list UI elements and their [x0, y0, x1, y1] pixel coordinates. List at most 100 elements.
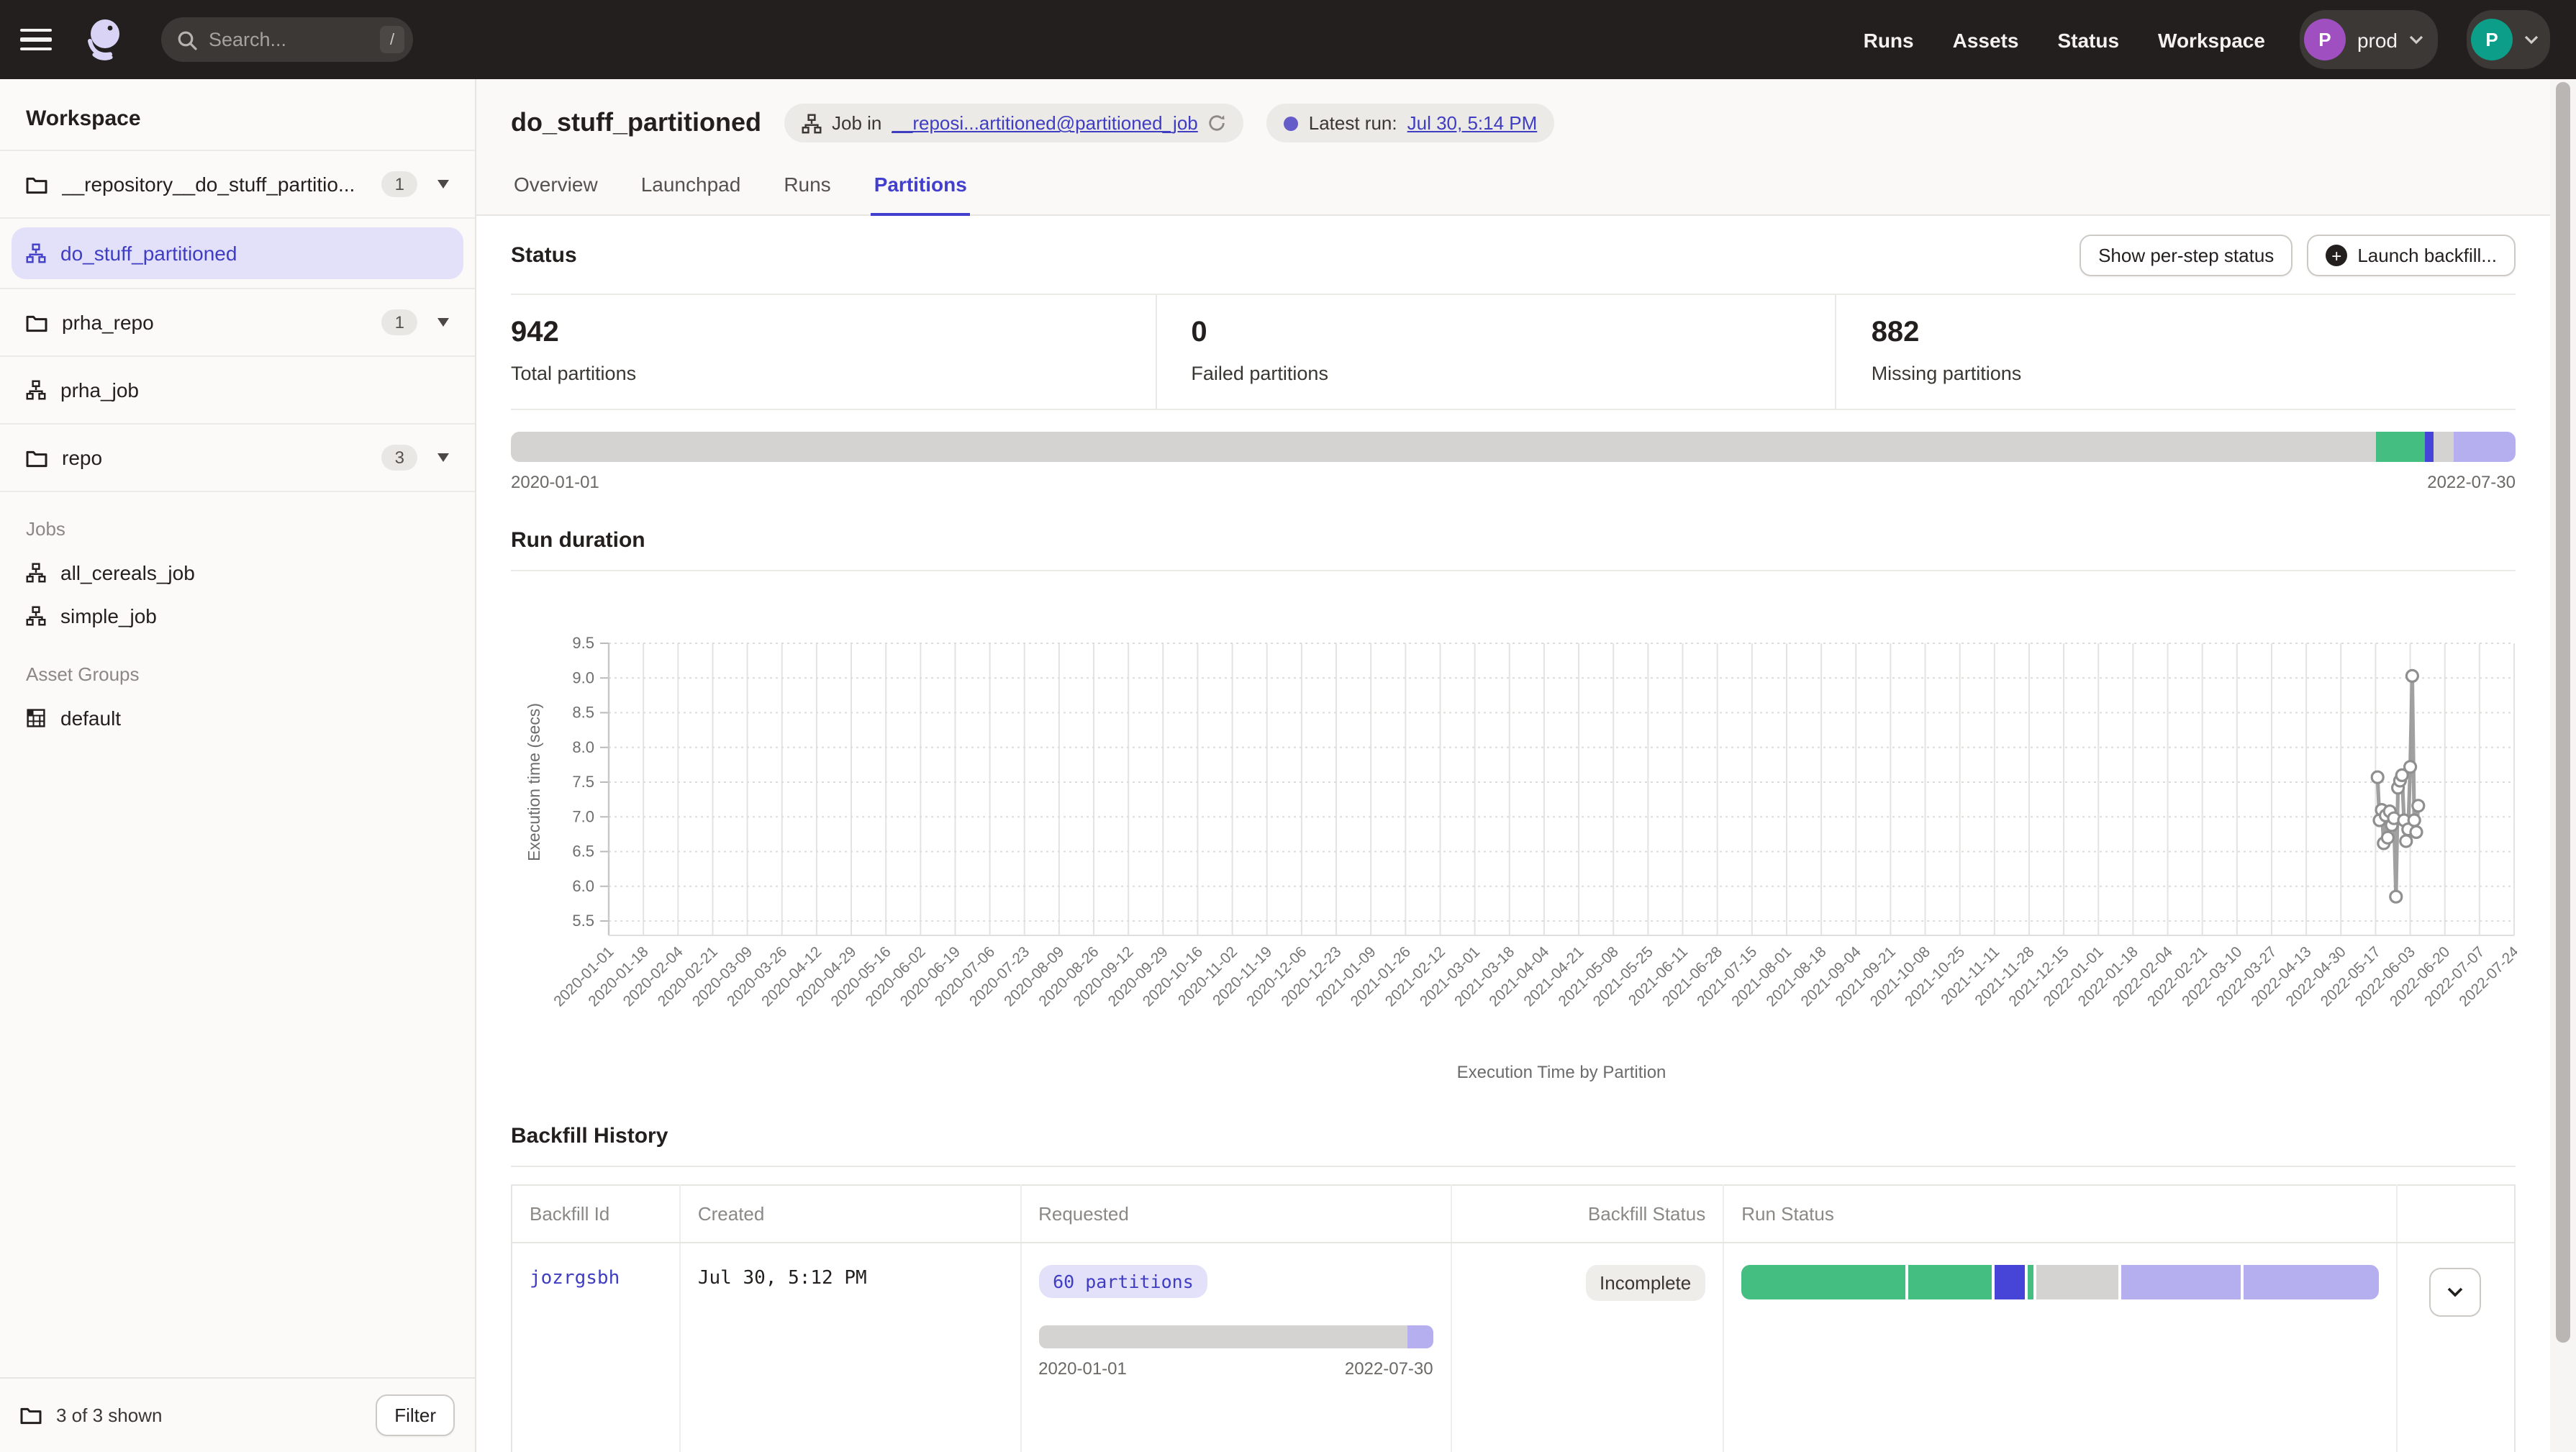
sidebar-item-simple-job[interactable]: simple_job: [0, 594, 475, 637]
column-header-actions: [2397, 1185, 2515, 1243]
expand-row-button[interactable]: [2430, 1268, 2482, 1317]
repo-count-badge: 1: [382, 171, 417, 197]
chevron-down-icon[interactable]: [437, 318, 449, 327]
show-per-step-status-button[interactable]: Show per-step status: [2080, 235, 2292, 276]
filter-button[interactable]: Filter: [376, 1394, 455, 1436]
job-origin-link[interactable]: __reposi...artitioned@partitioned_job: [892, 112, 1197, 134]
user-menu[interactable]: P: [2467, 10, 2550, 69]
nav-link-assets[interactable]: Assets: [1953, 28, 2019, 51]
sidebar-repo-repository-do-stuff-partitio[interactable]: __repository__do_stuff_partitio... 1: [0, 151, 475, 219]
folder-icon: [26, 448, 47, 467]
tab-launchpad[interactable]: Launchpad: [638, 164, 744, 216]
deployment-avatar: P: [2304, 19, 2346, 60]
search-placeholder: Search...: [209, 29, 286, 50]
deployment-switcher[interactable]: P prod: [2300, 10, 2438, 69]
search-input[interactable]: Search... /: [161, 17, 413, 62]
requested-partitions-chip[interactable]: 60 partitions: [1038, 1265, 1208, 1298]
top-navigation-bar: Search... / Runs Assets Status Workspace P …: [0, 0, 2576, 79]
table-header-row: Backfill IdCreatedRequestedBackfill Stat…: [512, 1185, 2515, 1243]
sidebar-job-do-stuff-partitioned-selected[interactable]: do_stuff_partitioned: [12, 227, 463, 279]
sidebar-repo-repo[interactable]: repo 3: [0, 425, 475, 492]
stat-value: 942: [511, 317, 1155, 350]
bar-segment-gray: [1038, 1325, 1407, 1348]
page-title: do_stuff_partitioned: [511, 108, 761, 138]
job-icon: [26, 563, 46, 583]
bar-segment-green: [1909, 1265, 1992, 1299]
bar-segment-lavender: [2454, 432, 2516, 462]
bar-segment-lavender: [2121, 1265, 2240, 1299]
y-tick-label: 6.0: [572, 877, 594, 895]
sidebar-item-all-cereals-job[interactable]: all_cereals_job: [0, 551, 475, 594]
page-header: do_stuff_partitioned Job in __reposi...a…: [476, 79, 2550, 216]
dagster-logo-icon[interactable]: [78, 14, 130, 65]
y-tick-label: 9.5: [572, 634, 594, 652]
sidebar-footer: 3 of 3 shown Filter: [0, 1377, 475, 1452]
partition-stats: 942 Total partitions 0 Failed partitions…: [511, 294, 2516, 410]
backfill-history-title: Backfill History: [511, 1099, 2516, 1167]
stat-missing-partitions: 882 Missing partitions: [1836, 295, 2516, 409]
latest-run-pill: Latest run: Jul 30, 5:14 PM: [1267, 104, 1555, 142]
scrollbar-thumb[interactable]: [2556, 82, 2570, 1343]
sidebar-item-default[interactable]: default: [0, 696, 475, 740]
nav-link-workspace[interactable]: Workspace: [2158, 28, 2265, 51]
y-tick-label: 7.5: [572, 773, 594, 791]
chevron-down-icon[interactable]: [437, 180, 449, 189]
launch-backfill-button[interactable]: + Launch backfill...: [2307, 235, 2516, 276]
run-status-bar[interactable]: [1741, 1265, 2378, 1299]
bar-segment-green: [1741, 1265, 1905, 1299]
bar-segment-gray: [511, 432, 2376, 462]
nav-link-status[interactable]: Status: [2057, 28, 2119, 51]
data-point-marker[interactable]: [2413, 800, 2424, 812]
data-point-marker[interactable]: [2400, 835, 2412, 847]
data-point-marker[interactable]: [2382, 832, 2393, 843]
folder-icon: [20, 1406, 42, 1425]
bar-segment-gray: [2037, 1265, 2119, 1299]
sidebar-job-prha-job[interactable]: prha_job: [0, 357, 475, 425]
nav-link-runs[interactable]: Runs: [1864, 28, 1914, 51]
stat-value: 882: [1872, 317, 2516, 350]
chevron-down-icon[interactable]: [437, 453, 449, 462]
run-duration-chart[interactable]: 2020-01-012020-01-182020-02-042020-02-21…: [511, 571, 2517, 1092]
data-point-marker[interactable]: [2406, 670, 2418, 681]
sidebar-sections: Jobs all_cereals_job simple_job Asset Gr…: [0, 492, 475, 740]
tab-partitions[interactable]: Partitions: [871, 164, 970, 216]
tab-bar: Overview Launchpad Runs Partitions: [511, 164, 2516, 214]
stat-label: Total partitions: [511, 363, 1155, 384]
sidebar-repo-prha-repo[interactable]: prha_repo 1: [0, 289, 475, 357]
tab-runs[interactable]: Runs: [781, 164, 833, 216]
requested-partition-bar: [1038, 1325, 1433, 1348]
data-point-marker[interactable]: [2408, 815, 2420, 826]
stat-value: 0: [1191, 317, 1835, 350]
chevron-down-icon: [2409, 35, 2423, 45]
repo-count-badge: 1: [382, 309, 417, 335]
latest-run-link[interactable]: Jul 30, 5:14 PM: [1407, 112, 1538, 134]
y-axis-title: Execution time (secs): [525, 703, 543, 861]
workspace-sidebar: Workspace __repository__do_stuff_partiti…: [0, 79, 476, 1452]
column-header-run-status: Run Status: [1723, 1185, 2396, 1243]
hamburger-menu-icon[interactable]: [20, 29, 52, 51]
data-point-marker[interactable]: [2390, 891, 2402, 902]
scrollbar-track[interactable]: [2550, 79, 2576, 1452]
bar-segment-green: [2027, 1265, 2033, 1299]
run-duration-title: Run duration: [511, 528, 2516, 571]
partitions-content: Status Show per-step status + Launch bac…: [476, 216, 2550, 1452]
data-point-marker[interactable]: [2411, 826, 2422, 838]
job-pill-prefix: Job in: [832, 112, 881, 134]
backfill-id-link[interactable]: jozrgsbh: [530, 1268, 620, 1289]
repo-count-label: 3 of 3 shown: [56, 1405, 162, 1426]
job-icon: [26, 243, 46, 263]
data-point-marker[interactable]: [2372, 771, 2383, 783]
sidebar-item-wrap: do_stuff_partitioned: [0, 219, 475, 289]
partition-status-bar[interactable]: [511, 432, 2516, 462]
stat-total-partitions: 942 Total partitions: [511, 295, 1155, 409]
data-point-marker[interactable]: [2405, 761, 2416, 773]
y-tick-label: 5.5: [572, 912, 594, 930]
reload-icon[interactable]: [1208, 114, 1227, 132]
user-avatar: P: [2471, 19, 2513, 60]
tab-overview[interactable]: Overview: [511, 164, 601, 216]
x-axis-title: Execution Time by Partition: [1457, 1063, 1666, 1082]
column-header-backfill-id: Backfill Id: [512, 1185, 680, 1243]
app-window: Search... / Runs Assets Status Workspace P …: [0, 0, 2576, 1452]
run-status-dot: [1284, 116, 1299, 130]
backfill-status-badge: Incomplete: [1585, 1265, 1705, 1301]
